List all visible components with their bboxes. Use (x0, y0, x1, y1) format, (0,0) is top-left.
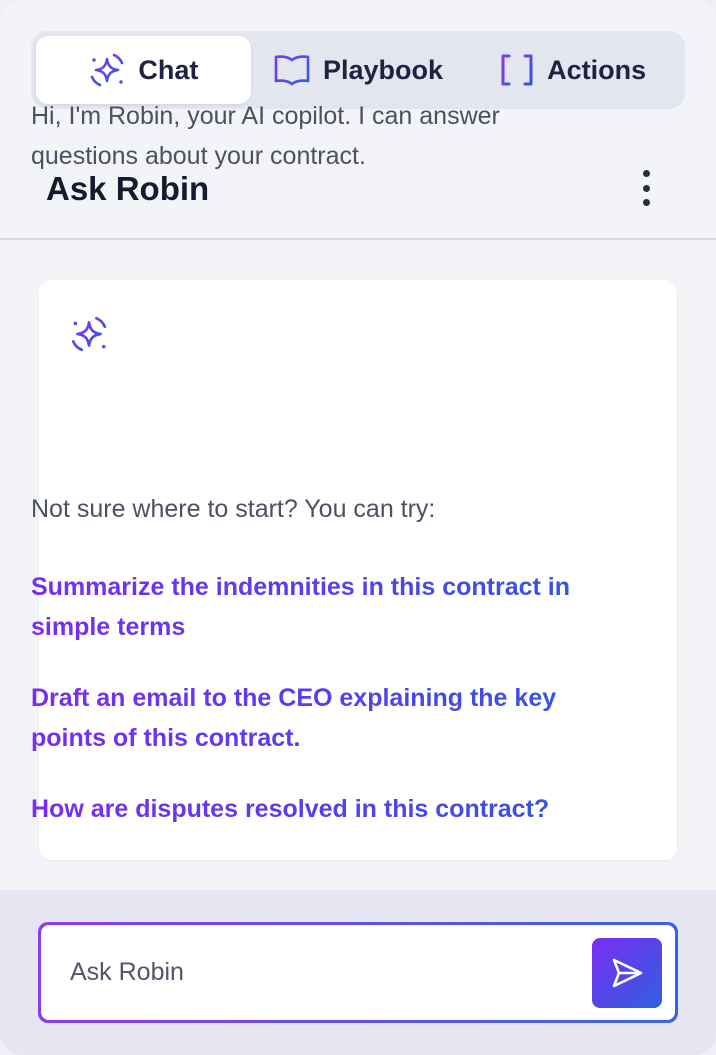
sparkle-icon (69, 314, 109, 359)
robin-panel: Chat Playbook Actions Ask Robin Hi, I'm … (0, 0, 716, 1055)
send-button[interactable] (592, 938, 662, 1008)
more-vertical-icon[interactable] (632, 168, 660, 208)
chat-input-box (38, 922, 678, 1023)
suggestion-link[interactable]: Draft an email to the CEO explaining the… (31, 678, 611, 758)
send-icon (609, 955, 645, 991)
tab-chat[interactable]: Chat (36, 36, 251, 104)
tab-actions-label: Actions (547, 54, 647, 85)
sparkle-icon (88, 51, 126, 89)
tab-actions[interactable]: Actions (465, 36, 680, 104)
tab-playbook-label: Playbook (322, 54, 444, 85)
suggestions-prompt: Not sure where to start? You can try: (31, 495, 436, 523)
suggestion-link[interactable]: How are disputes resolved in this contra… (31, 789, 611, 829)
suggestion-link[interactable]: Summarize the indemnities in this contra… (31, 567, 611, 647)
brackets-icon (499, 53, 535, 87)
book-icon (273, 53, 311, 87)
tab-chat-label: Chat (138, 54, 199, 85)
tab-playbook[interactable]: Playbook (251, 36, 466, 104)
intro-message: Hi, I'm Robin, your AI copilot. I can an… (31, 102, 500, 170)
chat-input[interactable] (70, 945, 570, 1000)
input-footer (0, 890, 716, 1055)
